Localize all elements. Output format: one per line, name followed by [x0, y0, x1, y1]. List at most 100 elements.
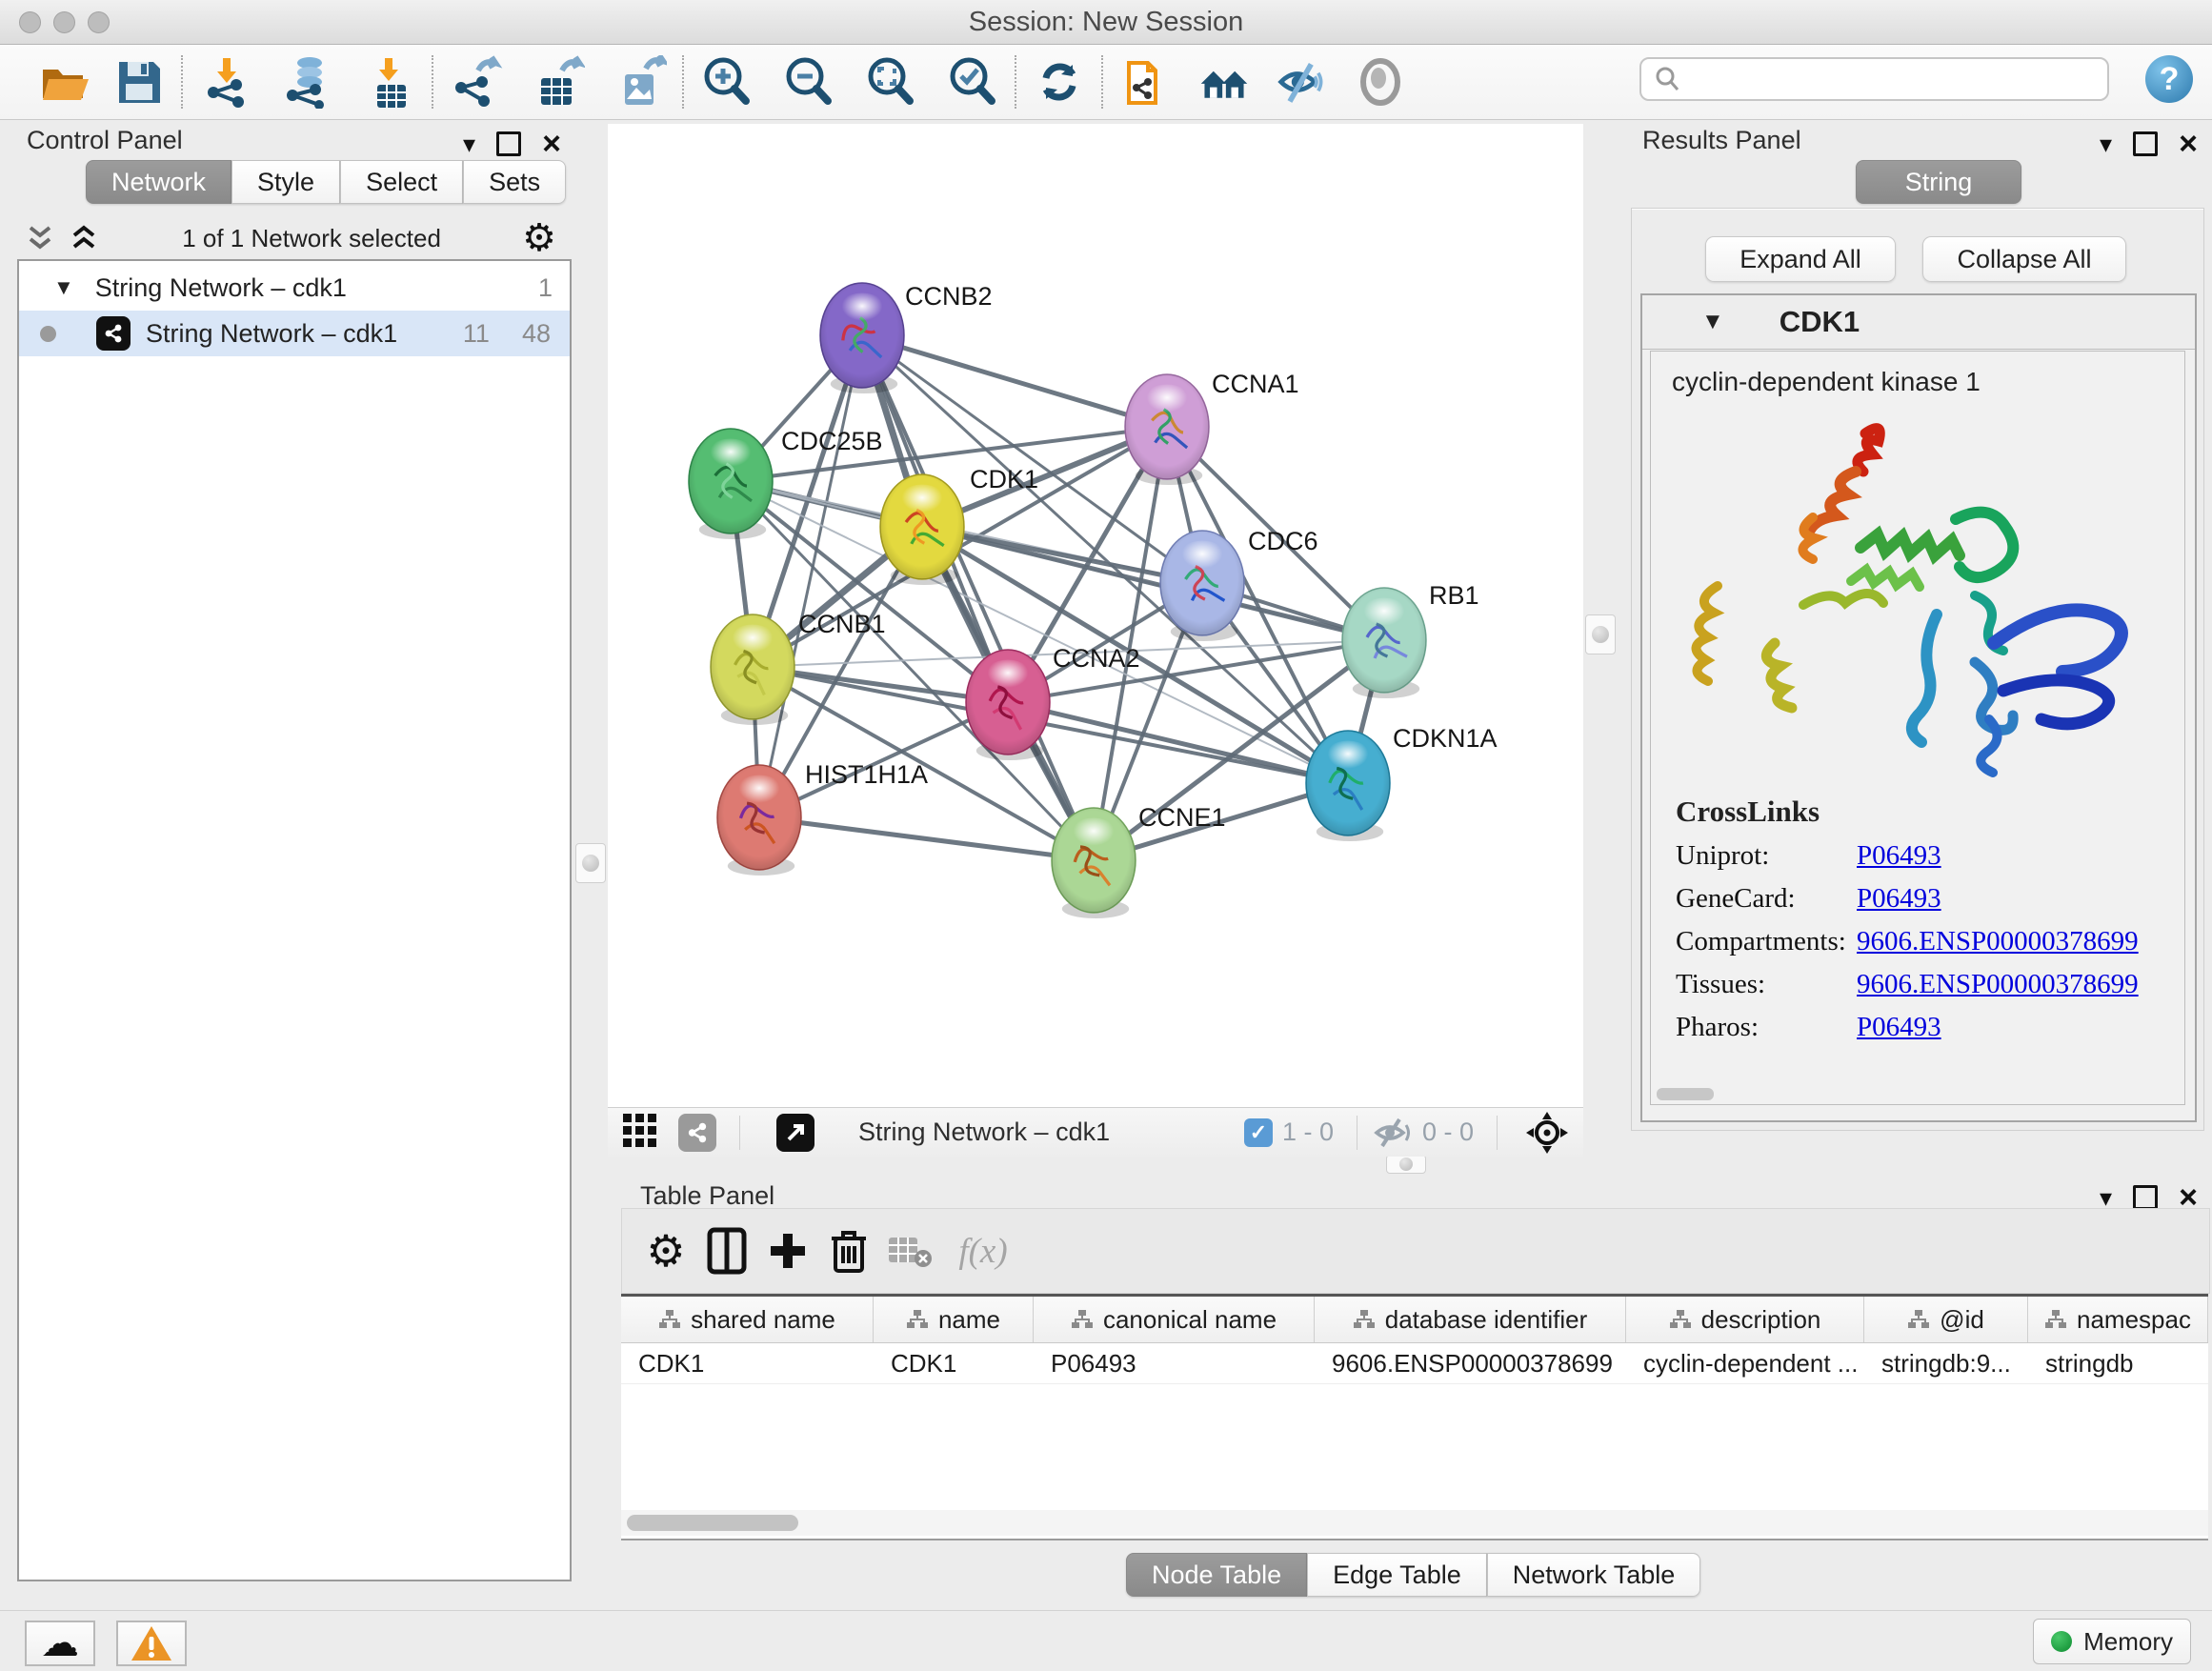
network-collection-row[interactable]: ▼ String Network – cdk1 1	[19, 267, 570, 309]
help-button[interactable]: ?	[2145, 55, 2193, 103]
fit-selected-crosshair-icon[interactable]	[1524, 1110, 1570, 1156]
hide-unhide-button[interactable]	[1276, 55, 1329, 109]
cloud-button[interactable]: ☁	[25, 1621, 95, 1666]
gene-header[interactable]: ▼ CDK1	[1642, 295, 2195, 350]
collection-expander-icon[interactable]: ▼	[53, 275, 74, 300]
birdseye-grid-button[interactable]	[621, 1110, 661, 1155]
export-network-button[interactable]	[450, 55, 503, 109]
export-image-button[interactable]	[613, 55, 667, 109]
network-view-canvas[interactable]: CCNB2CCNA1CDC25BCDK1CDC6RB1CCNB1CCNA2CDK…	[608, 124, 1583, 1107]
node-label-CCNA2: CCNA2	[1053, 644, 1140, 673]
warnings-button[interactable]	[116, 1621, 187, 1666]
gene-expander-icon[interactable]: ▼	[1701, 309, 1724, 335]
column-header-shared-name[interactable]: shared name	[621, 1297, 874, 1342]
memory-button[interactable]: Memory	[2033, 1619, 2191, 1664]
column-header-namespac[interactable]: namespac	[2028, 1297, 2208, 1342]
maximize-panel-icon[interactable]	[2133, 131, 2158, 156]
expand-all-icon[interactable]	[67, 222, 101, 254]
left-splitter-handle[interactable]	[575, 843, 606, 883]
crosslink-link[interactable]: 9606.ENSP00000378699	[1857, 969, 2139, 1000]
column-header-database-identifier[interactable]: database identifier	[1315, 1297, 1626, 1342]
create-column-button[interactable]	[757, 1220, 818, 1281]
edge-HIST1H1A-CCNE1[interactable]	[759, 817, 1094, 860]
network-node-CCNA1[interactable]	[1125, 374, 1209, 485]
column-header-description[interactable]: description	[1626, 1297, 1864, 1342]
expand-all-button[interactable]: Expand All	[1705, 236, 1896, 282]
network-node-CDK1[interactable]	[880, 474, 964, 585]
network-options-gear-icon[interactable]: ⚙	[522, 219, 556, 257]
refresh-view-button[interactable]	[1033, 55, 1086, 109]
column-header-canonical-name[interactable]: canonical name	[1034, 1297, 1315, 1342]
export-table-button[interactable]	[532, 55, 585, 109]
tab-string[interactable]: String	[1856, 160, 2021, 204]
column-header-name[interactable]: name	[874, 1297, 1034, 1342]
import-network-database-button[interactable]	[281, 55, 334, 109]
zoom-selected-button[interactable]	[946, 55, 999, 109]
network-node-RB1[interactable]	[1342, 588, 1426, 698]
network-node-CDKN1A[interactable]	[1306, 731, 1390, 841]
tab-sets[interactable]: Sets	[463, 160, 566, 204]
delete-column-button[interactable]	[818, 1220, 879, 1281]
zoom-in-button[interactable]	[700, 55, 754, 109]
show-columns-button[interactable]	[696, 1220, 757, 1281]
import-table-file-button[interactable]	[363, 55, 416, 109]
tab-select[interactable]: Select	[340, 160, 463, 204]
network-graph[interactable]: CCNB2CCNA1CDC25BCDK1CDC6RB1CCNB1CCNA2CDK…	[608, 124, 1583, 1107]
crosslink-link[interactable]: P06493	[1857, 840, 1941, 872]
show-graphics-details-button[interactable]	[1354, 55, 1407, 109]
toolbar-search-input[interactable]	[1639, 57, 2109, 101]
save-session-button[interactable]	[112, 55, 166, 109]
tab-node-table[interactable]: Node Table	[1126, 1553, 1307, 1597]
edge-CCNB2-CCNA1[interactable]	[862, 335, 1167, 427]
string-import-button[interactable]	[1119, 55, 1173, 109]
table-cell[interactable]: stringdb	[2028, 1343, 2208, 1383]
open-in-window-button[interactable]	[776, 1114, 814, 1152]
table-options-button[interactable]: ⚙	[635, 1220, 696, 1281]
results-hscrollbar[interactable]	[1657, 1088, 1714, 1100]
table-cell[interactable]: CDK1	[621, 1343, 874, 1383]
column-header--id[interactable]: @id	[1864, 1297, 2028, 1342]
edge-CCNB2-HIST1H1A[interactable]	[759, 335, 862, 817]
zoom-fit-button[interactable]	[864, 55, 917, 109]
float-panel-icon[interactable]: ▾	[2100, 131, 2112, 156]
string-view-button[interactable]	[678, 1114, 716, 1152]
tab-network-table[interactable]: Network Table	[1487, 1553, 1701, 1597]
network-node-CDC25B[interactable]	[689, 429, 773, 539]
selected-checkbox-icon[interactable]: ✓	[1244, 1118, 1273, 1147]
import-network-file-button[interactable]	[199, 55, 252, 109]
open-session-button[interactable]	[38, 55, 91, 109]
tab-network[interactable]: Network	[86, 160, 231, 204]
table-hscrollbar[interactable]	[621, 1510, 2208, 1536]
network-node-HIST1H1A[interactable]	[717, 765, 801, 876]
float-panel-icon[interactable]: ▾	[463, 131, 475, 156]
close-panel-icon[interactable]: ×	[2179, 128, 2198, 160]
maximize-panel-icon[interactable]	[496, 131, 521, 156]
network-node-CCNE1[interactable]	[1052, 808, 1136, 918]
table-cell[interactable]: P06493	[1034, 1343, 1315, 1383]
network-node-CCNB2[interactable]	[820, 283, 904, 393]
collapse-all-icon[interactable]	[23, 222, 57, 254]
crosslink-link[interactable]: P06493	[1857, 1012, 1941, 1043]
table-panel-title: Table Panel	[640, 1181, 774, 1211]
table-hscrollbar-thumb[interactable]	[627, 1515, 798, 1531]
tab-style[interactable]: Style	[231, 160, 340, 204]
table-cell[interactable]: 9606.ENSP00000378699	[1315, 1343, 1626, 1383]
network-node-CCNA2[interactable]	[966, 650, 1050, 760]
crosslink-link[interactable]: P06493	[1857, 883, 1941, 915]
maximize-panel-icon[interactable]	[2133, 1185, 2158, 1210]
crosslink-link[interactable]: 9606.ENSP00000378699	[1857, 926, 2139, 957]
collapse-all-button[interactable]: Collapse All	[1922, 236, 2126, 282]
right-splitter-handle[interactable]	[1585, 614, 1616, 654]
zoom-out-button[interactable]	[782, 55, 835, 109]
close-panel-icon[interactable]: ×	[542, 128, 561, 160]
tab-edge-table[interactable]: Edge Table	[1307, 1553, 1487, 1597]
float-panel-icon[interactable]: ▾	[2100, 1185, 2112, 1210]
home-layouts-button[interactable]	[1197, 55, 1251, 109]
table-cell[interactable]: CDK1	[874, 1343, 1034, 1383]
table-cell[interactable]: stringdb:9...	[1864, 1343, 2028, 1383]
table-row[interactable]: CDK1CDK1P064939606.ENSP00000378699cyclin…	[621, 1343, 2208, 1384]
table-cell[interactable]: cyclin-dependent ...	[1626, 1343, 1864, 1383]
horizontal-splitter-handle[interactable]	[1386, 1155, 1426, 1174]
network-row-selected[interactable]: String Network – cdk1 11 48	[19, 311, 570, 356]
search-input-field[interactable]	[1681, 64, 2085, 95]
